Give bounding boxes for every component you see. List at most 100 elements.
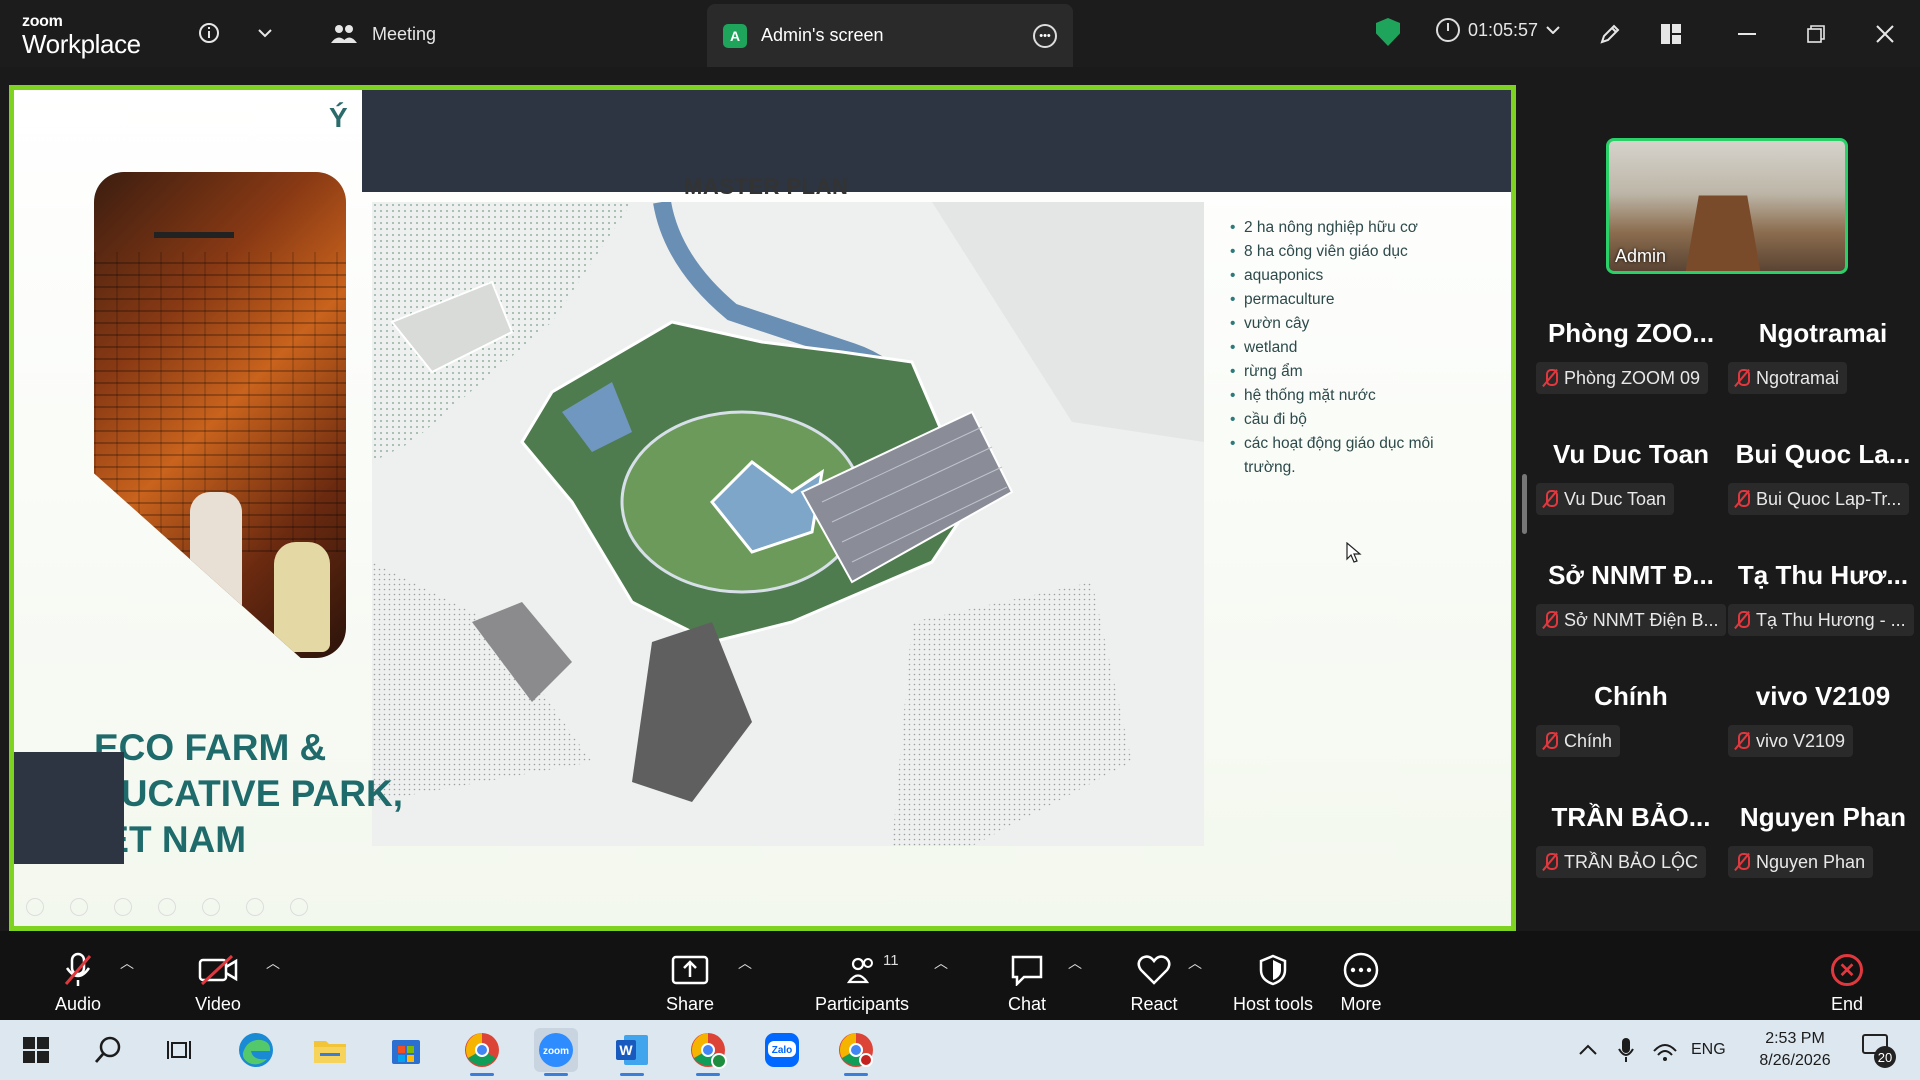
participant-title: Vu Duc Toan <box>1553 439 1709 469</box>
video-options-caret-icon[interactable]: ︿ <box>266 953 280 973</box>
chrome-profile-icon[interactable] <box>686 1028 730 1076</box>
video-label: Video <box>195 994 241 1014</box>
audio-options-caret-icon[interactable]: ︿ <box>120 953 134 973</box>
participant-tile[interactable]: vivo V2109 vivo V2109 <box>1728 681 1918 777</box>
participant-title: TRẦN BẢO... <box>1551 802 1711 832</box>
slide-control-icon[interactable] <box>246 898 264 916</box>
info-icon[interactable] <box>194 18 224 48</box>
zalo-icon[interactable]: Zalo <box>760 1028 804 1072</box>
tray-overflow-icon[interactable] <box>1578 1020 1598 1080</box>
end-label: End <box>1830 994 1864 1014</box>
tab-admin-screen[interactable]: A Admin's screen ••• <box>707 4 1073 67</box>
chrome-secondary-icon[interactable] <box>834 1028 878 1076</box>
host-tools-button[interactable]: Host tools <box>1228 939 1318 1015</box>
chat-options-caret-icon[interactable]: ︿ <box>1068 953 1082 973</box>
security-shield-icon[interactable] <box>1376 18 1400 46</box>
chevron-down-icon[interactable] <box>250 18 280 48</box>
file-explorer-icon[interactable] <box>308 1028 352 1072</box>
slide-control-icon[interactable] <box>114 898 132 916</box>
participant-label: TRẦN BẢO LỘC <box>1536 846 1707 878</box>
participant-tile[interactable]: TRẦN BẢO... TRẦN BẢO LỘC <box>1536 802 1726 898</box>
chrome-icon[interactable] <box>460 1028 504 1076</box>
microsoft-store-icon[interactable] <box>384 1028 428 1072</box>
audio-button[interactable]: Audio <box>50 939 106 1015</box>
participant-tile[interactable]: Tạ Thu Hươ... Tạ Thu Hương - ... <box>1728 560 1918 656</box>
heart-icon <box>1136 950 1172 990</box>
list-item: permaculture <box>1230 288 1480 312</box>
search-icon[interactable] <box>86 1028 130 1072</box>
interior-photo <box>94 172 346 658</box>
system-clock[interactable]: 2:53 PM 8/26/2026 <box>1748 1028 1842 1072</box>
participant-tile[interactable]: Vu Duc Toan Vu Duc Toan <box>1536 439 1726 535</box>
participant-label-text: Tạ Thu Hương - ... <box>1756 609 1906 630</box>
participant-label-text: TRẦN BẢO LỘC <box>1564 851 1699 872</box>
participant-tile[interactable]: Ngotramai Ngotramai <box>1728 318 1918 414</box>
react-options-caret-icon[interactable]: ︿ <box>1188 953 1202 973</box>
react-button[interactable]: React <box>1128 939 1180 1015</box>
list-item: 2 ha nông nghiệp hữu cơ <box>1230 216 1480 240</box>
share-options-caret-icon[interactable]: ︿ <box>738 953 752 973</box>
chat-button[interactable]: Chat <box>1004 939 1050 1015</box>
slide-dark-block <box>14 752 124 864</box>
participant-tile[interactable]: Sở NNMT Đ... Sở NNMT Điện B... <box>1536 560 1726 656</box>
self-video-tile[interactable]: Admin <box>1606 138 1848 274</box>
participant-title: Chính <box>1594 681 1668 711</box>
windows-start-icon[interactable] <box>14 1028 58 1072</box>
participant-title: Phòng ZOO... <box>1547 318 1715 348</box>
zalo-app-text: Zalo <box>772 1045 793 1056</box>
list-item: 8 ha công viên giáo dục <box>1230 240 1480 264</box>
view-layout-icon[interactable] <box>1654 18 1688 50</box>
participant-label-text: Ngotramai <box>1756 367 1840 388</box>
participant-label: Sở NNMT Điện B... <box>1536 604 1726 636</box>
language-indicator[interactable]: ENG <box>1691 1020 1726 1080</box>
edge-browser-icon[interactable] <box>234 1028 278 1072</box>
notifications-button[interactable]: 20 <box>1862 1034 1896 1068</box>
close-icon[interactable] <box>1868 18 1902 50</box>
slide-partial-title: Ý <box>329 102 348 133</box>
tab-meeting[interactable]: Meeting <box>330 18 436 50</box>
participants-icon: 11 <box>847 950 899 990</box>
video-off-icon <box>198 950 238 990</box>
video-button[interactable]: Video <box>188 939 248 1015</box>
more-button[interactable]: More <box>1338 939 1384 1015</box>
more-options-icon[interactable]: ••• <box>1033 23 1057 48</box>
participants-button[interactable]: 11 Participants <box>810 939 914 1015</box>
list-item: vườn cây <box>1230 312 1480 336</box>
mic-muted-icon <box>1542 610 1558 630</box>
slide-control-icon[interactable] <box>26 898 44 916</box>
more-dots-icon <box>1343 950 1379 990</box>
zoom-app-text: zoom <box>543 1046 569 1057</box>
participants-options-caret-icon[interactable]: ︿ <box>934 953 948 973</box>
participant-tile[interactable]: Phòng ZOO... Phòng ZOOM 09 <box>1536 318 1726 414</box>
slide-control-icon[interactable] <box>70 898 88 916</box>
self-video-name: Admin <box>1615 246 1667 266</box>
end-button[interactable]: ✕ End <box>1828 939 1866 1015</box>
slide-control-icon[interactable] <box>202 898 220 916</box>
annotate-pen-icon[interactable] <box>1593 18 1627 50</box>
panel-resize-handle[interactable] <box>1522 474 1527 534</box>
eco-title-line: DUCATIVE PARK, <box>94 773 404 814</box>
chat-label: Chat <box>1007 994 1047 1014</box>
microphone-icon[interactable] <box>1618 1020 1634 1080</box>
task-view-icon[interactable] <box>158 1028 202 1072</box>
clock-time: 2:53 PM <box>1765 1030 1825 1047</box>
participant-label-text: vivo V2109 <box>1756 730 1846 751</box>
slide-control-icon[interactable] <box>158 898 176 916</box>
minimize-icon[interactable] <box>1730 18 1764 50</box>
shared-screen[interactable]: Ý MASTER PLAN • 2 ha nông nghiệp hữu cơ … <box>9 85 1516 931</box>
participant-tile[interactable]: Bui Quoc La... Bui Quoc Lap-Tr... <box>1728 439 1918 535</box>
list-item: rừng ẩm <box>1230 360 1480 384</box>
participant-tile[interactable]: Chính Chính <box>1536 681 1726 777</box>
mic-muted-icon <box>1542 368 1558 388</box>
restore-icon[interactable] <box>1799 18 1833 50</box>
word-icon[interactable]: W <box>610 1028 654 1076</box>
meeting-timer[interactable]: 01:05:57 <box>1436 18 1560 42</box>
slide-control-icon[interactable] <box>290 898 308 916</box>
participant-label-text: Sở NNMT Điện B... <box>1564 609 1719 630</box>
participants-count: 11 <box>883 952 899 969</box>
wifi-icon[interactable] <box>1652 1020 1678 1080</box>
zoom-app-icon[interactable]: zoom <box>534 1028 578 1076</box>
participant-tile[interactable]: Nguyen Phan Nguyen Phan <box>1728 802 1918 898</box>
mic-muted-icon <box>1542 489 1558 509</box>
share-button[interactable]: Share <box>664 939 716 1015</box>
